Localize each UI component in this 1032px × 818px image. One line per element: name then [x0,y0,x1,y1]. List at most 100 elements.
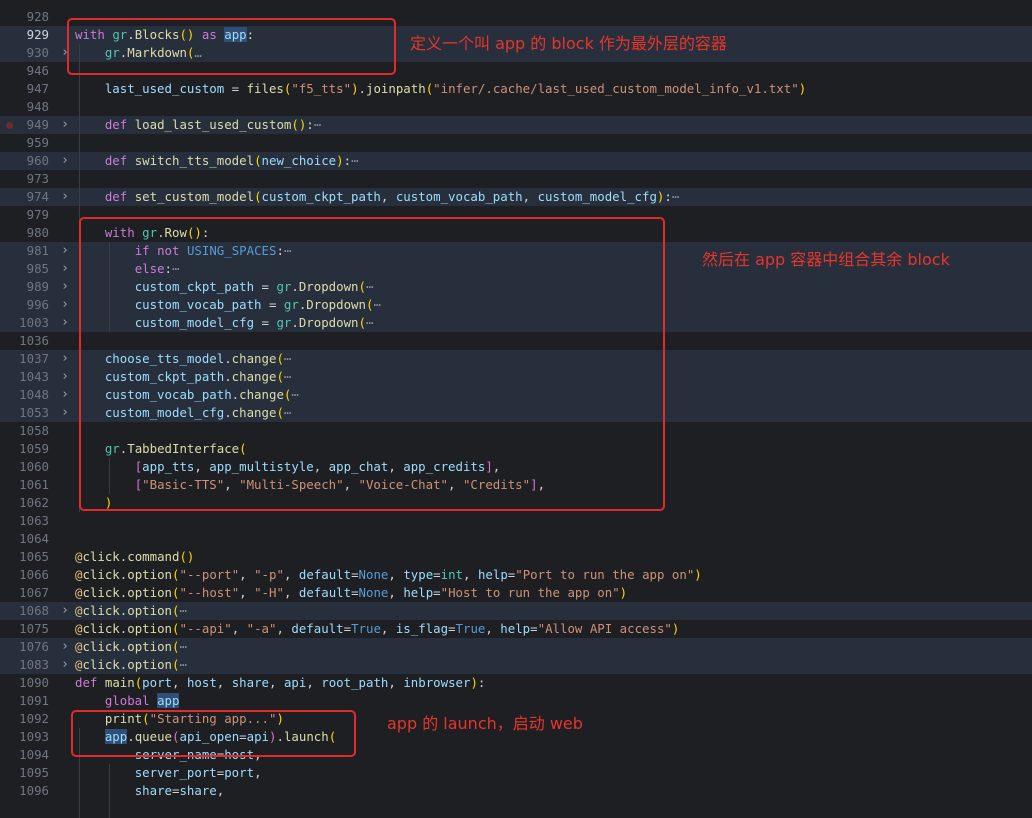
annotation-box-row [79,217,665,511]
line-number: 1093 [19,729,49,744]
code-text[interactable]: @click.option(⋯ [75,602,187,620]
code-text[interactable]: def main(port, host, share, api, root_pa… [75,674,485,692]
line-number: 959 [26,135,49,150]
code-text[interactable]: def set_custom_model(custom_ckpt_path, c… [75,188,679,206]
code-text[interactable]: @click.option("--api", "-a", default=Tru… [75,620,679,638]
line-number: 1003 [19,315,49,330]
line-number: 960 [26,153,49,168]
line-number: 1036 [19,333,49,348]
code-line[interactable]: 1090 def main(port, host, share, api, roo… [0,674,1032,692]
line-number: 1053 [19,405,49,420]
fold-chevron-icon[interactable]: › [58,260,72,278]
code-text[interactable]: @click.option("--host", "-H", default=No… [75,584,627,602]
fold-chevron-icon[interactable]: › [58,656,72,674]
line-number: 1063 [19,513,49,528]
line-number: 1065 [19,549,49,564]
code-text[interactable]: server_port=port, [75,764,262,782]
annotation-box-blocks [67,18,396,75]
line-number: 981 [26,243,49,258]
annotation-launch-label: app 的 launch，启动 web [387,714,583,733]
code-line[interactable]: 1076 › @click.option(⋯ [0,638,1032,656]
fold-chevron-icon[interactable]: › [58,278,72,296]
line-number: 1090 [19,675,49,690]
code-line[interactable]: 960 › def switch_tts_model(new_choice):⋯ [0,152,1032,170]
code-text[interactable]: def load_last_used_custom():⋯ [75,116,321,134]
code-line[interactable]: 1096 share=share, [0,782,1032,800]
annotation-row-label: 然后在 app 容器中组合其余 block [702,250,950,269]
code-line[interactable]: 948 [0,98,1032,116]
fold-chevron-icon[interactable]: › [58,368,72,386]
line-number: 1058 [19,423,49,438]
code-text[interactable]: @click.command() [75,548,194,566]
line-number: 1064 [19,531,49,546]
line-number: 1095 [19,765,49,780]
code-line[interactable]: 1066 @click.option("--port", "-p", defaul… [0,566,1032,584]
line-number: 1096 [19,783,49,798]
code-line[interactable]: 1091 global app [0,692,1032,710]
code-line[interactable]: 949 › def load_last_used_custom():⋯ [0,116,1032,134]
fold-chevron-icon[interactable]: › [58,296,72,314]
code-text[interactable]: def switch_tts_model(new_choice):⋯ [75,152,359,170]
code-line[interactable]: 1075 @click.option("--api", "-a", default… [0,620,1032,638]
code-text[interactable]: last_used_custom = files("f5_tts").joinp… [75,80,806,98]
fold-chevron-icon[interactable]: › [58,116,72,134]
code-line[interactable]: 1065 @click.command() [0,548,1032,566]
line-number: 1060 [19,459,49,474]
line-number: 985 [26,261,49,276]
line-number: 1091 [19,693,49,708]
code-text[interactable]: @click.option("--port", "-p", default=No… [75,566,702,584]
line-number: 928 [26,9,49,24]
fold-chevron-icon[interactable]: › [58,638,72,656]
code-line[interactable]: 1067 @click.option("--host", "-H", defaul… [0,584,1032,602]
annotation-blocks-label: 定义一个叫 app 的 block 作为最外层的容器 [410,34,727,53]
line-number: 1043 [19,369,49,384]
code-line[interactable]: 1068 › @click.option(⋯ [0,602,1032,620]
line-number: 1066 [19,567,49,582]
code-line[interactable]: 1063 [0,512,1032,530]
line-number: 1037 [19,351,49,366]
fold-chevron-icon[interactable]: › [58,350,72,368]
line-number: 949 [26,117,49,132]
code-text[interactable]: @click.option(⋯ [75,656,187,674]
line-number: 1061 [19,477,49,492]
code-line[interactable]: 1095 server_port=port, [0,764,1032,782]
fold-chevron-icon[interactable]: › [58,314,72,332]
fold-chevron-icon[interactable]: › [58,242,72,260]
code-text[interactable]: global app [75,692,180,710]
line-number: 974 [26,189,49,204]
line-number: 1094 [19,747,49,762]
line-number: 1062 [19,495,49,510]
line-number: 1076 [19,639,49,654]
line-number: 973 [26,171,49,186]
line-number: 930 [26,45,49,60]
code-text[interactable]: share=share, [75,782,225,800]
line-number: 1048 [19,387,49,402]
line-number: 947 [26,81,49,96]
line-number: 1092 [19,711,49,726]
code-line[interactable]: 1064 [0,530,1032,548]
line-number: 1075 [19,621,49,636]
line-number: 989 [26,279,49,294]
line-number: 948 [26,99,49,114]
code-line[interactable]: 959 [0,134,1032,152]
fold-chevron-icon[interactable]: › [58,152,72,170]
line-number: 1083 [19,657,49,672]
line-number: 1067 [19,585,49,600]
fold-chevron-icon[interactable]: › [58,602,72,620]
line-number: 1059 [19,441,49,456]
line-number: 929 [26,27,49,42]
line-number: 979 [26,207,49,222]
code-text[interactable]: @click.option(⋯ [75,638,187,656]
line-number: 996 [26,297,49,312]
code-line[interactable]: 947 last_used_custom = files("f5_tts").j… [0,80,1032,98]
code-line[interactable]: 973 [0,170,1032,188]
code-line[interactable]: 1083 › @click.option(⋯ [0,656,1032,674]
line-number: 1068 [19,603,49,618]
line-number: 980 [26,225,49,240]
fold-chevron-icon[interactable]: › [58,188,72,206]
indent-guide [109,764,110,818]
fold-chevron-icon[interactable]: › [58,386,72,404]
annotation-box-launch [71,710,356,757]
code-line[interactable]: 974 › def set_custom_model(custom_ckpt_pa… [0,188,1032,206]
fold-chevron-icon[interactable]: › [58,404,72,422]
